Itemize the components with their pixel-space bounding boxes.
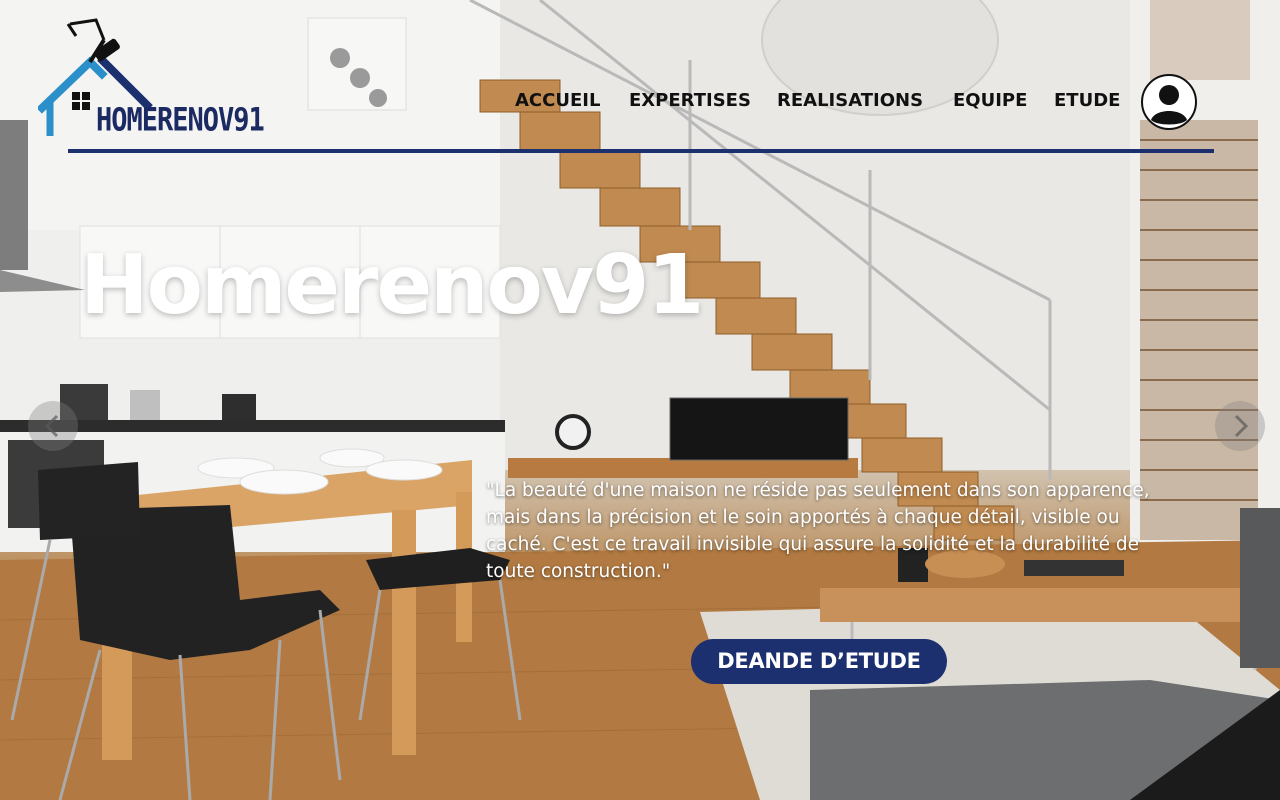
user-circle-icon[interactable] [1141,74,1197,130]
carousel-next-button[interactable] [1215,401,1265,451]
main-nav: ACCUEIL EXPERTISES REALISATIONS EQUIPE E… [0,90,1280,118]
nav-item-expertises[interactable]: EXPERTISES [629,90,751,111]
request-study-button[interactable]: DEANDE D’ETUDE [691,639,947,684]
nav-item-accueil[interactable]: ACCUEIL [515,90,600,111]
chevron-right-icon [1234,414,1249,438]
nav-item-equipe[interactable]: EQUIPE [953,90,1027,111]
nav-item-etude[interactable]: ETUDE [1054,90,1120,111]
hero-banner: HOMERENOV91 ACCUEIL EXPERTISES REALISATI… [0,0,1280,800]
hero-title: Homerenov91 [80,238,704,333]
nav-item-realisations[interactable]: REALISATIONS [777,90,923,111]
chevron-left-icon [44,414,59,438]
hero-quote: "La beauté d'une maison ne réside pas se… [486,480,1150,582]
header-divider [68,149,1214,153]
carousel-prev-button[interactable] [28,401,78,451]
